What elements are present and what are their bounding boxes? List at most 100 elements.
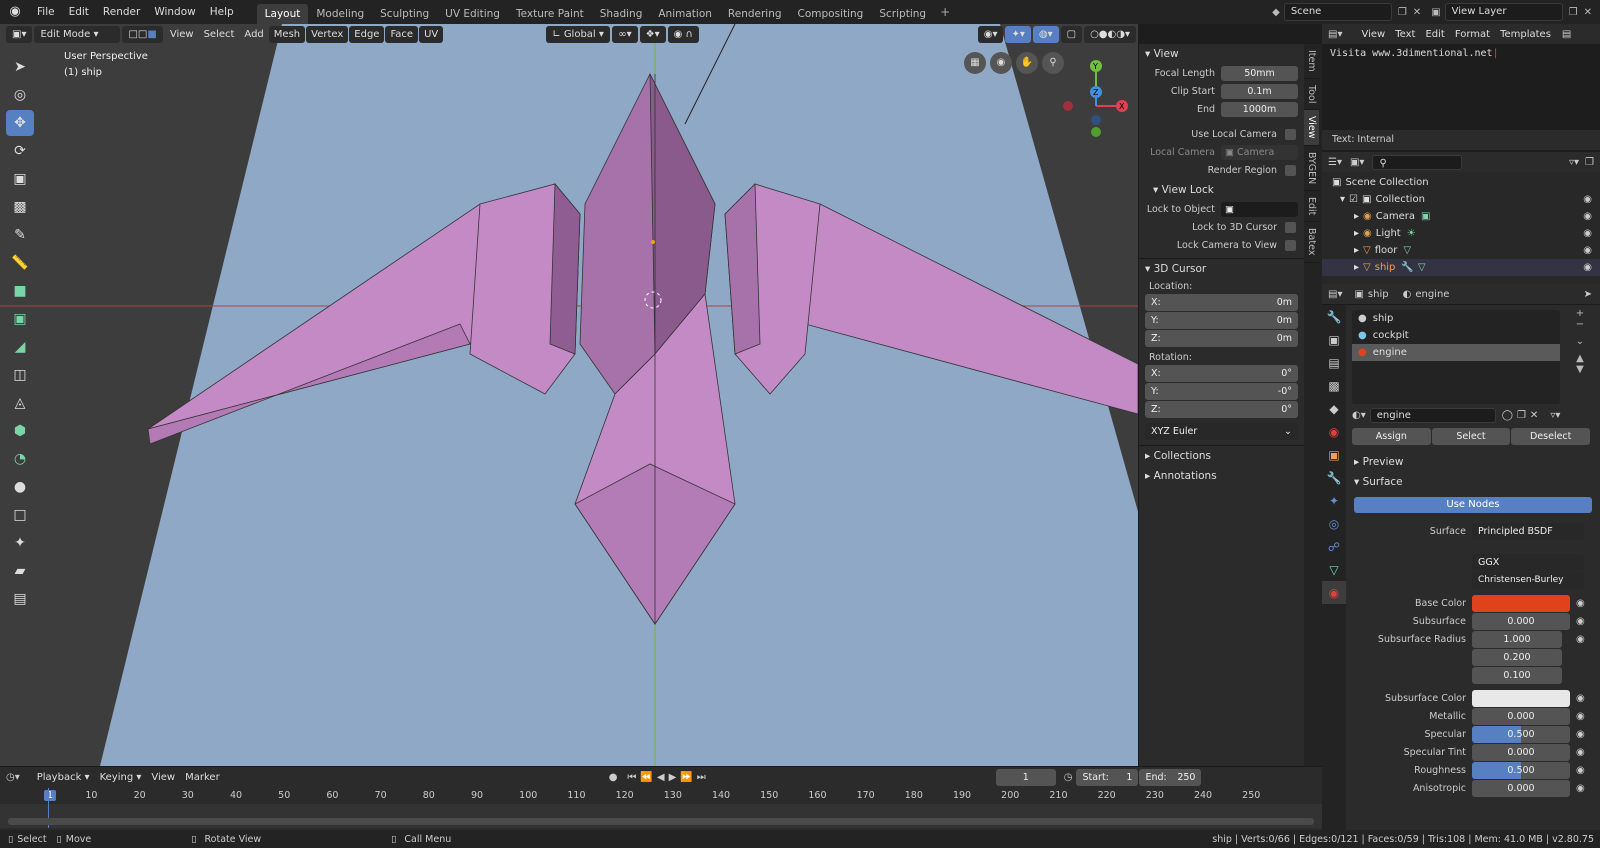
cursor-loc-z[interactable]: Z: 0m <box>1145 330 1298 347</box>
bevel-tool-icon[interactable]: ◢ <box>6 334 34 360</box>
gizmo-toggle-icon[interactable]: ✦▾ <box>1005 25 1031 43</box>
scene-collection-row[interactable]: ▣ Scene Collection <box>1322 174 1600 191</box>
axis-gizmo-icon[interactable]: Y Z X <box>1058 54 1128 144</box>
blender-logo-icon[interactable]: ◉ <box>6 3 24 21</box>
use-local-camera-checkbox[interactable] <box>1285 129 1296 140</box>
tab-animation[interactable]: Animation <box>650 4 720 24</box>
shrink-fatten-tool-icon[interactable]: ✦ <box>6 530 34 556</box>
tab-edit[interactable]: Edit <box>1304 191 1319 223</box>
tab-shading[interactable]: Shading <box>592 4 651 24</box>
annotations-header[interactable]: ▸ Annotations <box>1139 466 1304 486</box>
transform-tool-icon[interactable]: ▩ <box>6 194 34 220</box>
text-menu-text[interactable]: Text <box>1390 26 1420 43</box>
text-editor-extra-icon[interactable]: ▤ <box>1562 29 1571 40</box>
constraints-props-icon[interactable]: ☍ <box>1322 535 1346 558</box>
local-camera-field[interactable]: ▣ Camera <box>1221 145 1298 160</box>
surface-header[interactable]: ▾ Surface <box>1348 472 1409 492</box>
play-reverse-icon[interactable]: ◀ <box>657 772 665 783</box>
tab-modeling[interactable]: Modeling <box>308 4 372 24</box>
outliner-item-floor[interactable]: ▸ ▽ floor ▽ ◉ <box>1322 242 1600 259</box>
subsurface-radius-z[interactable]: 0.100 <box>1472 667 1562 684</box>
overlay-toggle-icon[interactable]: ◍▾ <box>1032 25 1059 43</box>
surface-shader-dropdown[interactable]: Principled BSDF <box>1472 523 1584 540</box>
proportional-edit-icon[interactable]: ◉ ∩ <box>667 25 699 43</box>
output-props-icon[interactable]: ▤ <box>1322 351 1346 374</box>
add-slot-icon[interactable]: + <box>1568 308 1592 319</box>
menu-window[interactable]: Window <box>147 0 202 24</box>
timeline-track[interactable]: 1 10 20 30 40 50 60 70 80 90 100 110 120 130 140 150 160… <box>0 788 1322 828</box>
poly-build-tool-icon[interactable]: ⬢ <box>6 418 34 444</box>
preview-range-icon[interactable]: ◷ <box>1064 772 1073 783</box>
focal-length-field[interactable]: 50mm <box>1221 66 1298 81</box>
edge-slide-tool-icon[interactable]: □ <box>6 502 34 528</box>
outliner-item-light[interactable]: ▸ ◉ Light ☀ ◉ <box>1322 225 1600 242</box>
eye-icon[interactable]: ◉ <box>1583 191 1592 208</box>
menu-face[interactable]: Face <box>385 25 419 43</box>
shading-modes-icon[interactable]: ○●◐◑▾ <box>1084 25 1136 43</box>
shear-tool-icon[interactable]: ▰ <box>6 558 34 584</box>
clip-start-field[interactable]: 0.1m <box>1221 84 1298 99</box>
rotation-mode-dropdown[interactable]: XYZ Euler ⌄ <box>1145 423 1298 440</box>
anisotropic-field[interactable]: 0.000 <box>1472 780 1570 797</box>
use-nodes-button[interactable]: Use Nodes <box>1354 497 1592 513</box>
outliner-item-camera[interactable]: ▸ ◉ Camera ▣ ◉ <box>1322 208 1600 225</box>
deselect-button[interactable]: Deselect <box>1511 428 1591 445</box>
cursor-tool-icon[interactable]: ◎ <box>6 82 34 108</box>
3d-viewport[interactable]: ▦ ◉ ✋ ⚲ Y Z X <box>0 24 1138 766</box>
lock-3d-cursor-checkbox[interactable] <box>1285 222 1296 233</box>
prev-keyframe-icon[interactable]: ⏪ <box>640 772 652 783</box>
collection-checkbox-icon[interactable]: ☑ <box>1349 191 1358 208</box>
socket-icon[interactable]: ◉ <box>1576 711 1585 722</box>
text-menu-format[interactable]: Format <box>1450 26 1495 43</box>
subsurface-radius-x[interactable]: 1.000 <box>1472 631 1562 648</box>
modifier-props-icon[interactable]: 🔧 <box>1322 466 1346 489</box>
knife-tool-icon[interactable]: ◬ <box>6 390 34 416</box>
eye-icon[interactable]: ◉ <box>1583 242 1592 259</box>
tab-uv-editing[interactable]: UV Editing <box>437 4 508 24</box>
inset-tool-icon[interactable]: ▣ <box>6 306 34 332</box>
new-view-layer-icon[interactable]: ❐ <box>1569 7 1578 18</box>
move-tool-icon[interactable]: ✥ <box>6 110 34 136</box>
text-editor-content[interactable]: Visita www.3dimentional.net| <box>1322 44 1600 63</box>
menu-select[interactable]: Select <box>199 26 240 43</box>
timeline-menu-keying[interactable]: Keying ▾ <box>95 769 147 786</box>
subsurface-radius-y[interactable]: 0.200 <box>1472 649 1562 666</box>
select-tool-icon[interactable]: ➤ <box>6 54 34 80</box>
tab-item[interactable]: Item <box>1304 44 1319 79</box>
metallic-field[interactable]: 0.000 <box>1472 708 1570 725</box>
scale-tool-icon[interactable]: ▣ <box>6 166 34 192</box>
lock-camera-view-checkbox[interactable] <box>1285 240 1296 251</box>
add-workspace-icon[interactable]: + <box>934 5 956 19</box>
particles-props-icon[interactable]: ✦ <box>1322 489 1346 512</box>
pan-hand-icon[interactable]: ✋ <box>1016 52 1038 74</box>
cursor-loc-y[interactable]: Y: 0m <box>1145 312 1298 329</box>
unlink-icon[interactable]: ✕ <box>1530 410 1538 421</box>
socket-icon[interactable]: ◉ <box>1576 729 1585 740</box>
material-browse-icon[interactable]: ◐▾ <box>1352 410 1366 421</box>
tab-batex[interactable]: Batex <box>1304 222 1319 263</box>
assign-button[interactable]: Assign <box>1352 428 1431 445</box>
filter-icon[interactable]: ▿▾ <box>1569 157 1579 168</box>
tab-compositing[interactable]: Compositing <box>790 4 872 24</box>
record-icon[interactable]: ● <box>609 772 618 783</box>
physics-props-icon[interactable]: ◎ <box>1322 512 1346 535</box>
view-lock-header[interactable]: ▾ View Lock <box>1139 180 1304 200</box>
node-filter-icon[interactable]: ▿▾ <box>1550 410 1560 421</box>
socket-icon[interactable]: ◉ <box>1576 693 1585 704</box>
cursor-rot-y[interactable]: Y: -0° <box>1145 383 1298 400</box>
socket-icon[interactable]: ◉ <box>1576 747 1585 758</box>
tab-sculpting[interactable]: Sculpting <box>372 4 437 24</box>
tab-view[interactable]: View <box>1304 110 1319 146</box>
timeline-menu-playback[interactable]: Playback ▾ <box>32 769 95 786</box>
properties-type-icon[interactable]: ▤▾ <box>1328 289 1342 300</box>
loop-cut-tool-icon[interactable]: ◫ <box>6 362 34 388</box>
view-layer-selector[interactable]: View Layer <box>1444 3 1563 21</box>
text-menu-view[interactable]: View <box>1356 26 1390 43</box>
outliner-type-icon[interactable]: ☰▾ <box>1328 157 1342 168</box>
move-down-icon[interactable]: ▼ <box>1568 364 1592 375</box>
end-frame-field[interactable]: End: 250 <box>1139 768 1202 786</box>
rip-tool-icon[interactable]: ▤ <box>6 586 34 612</box>
subsurface-field[interactable]: 0.000 <box>1472 613 1570 630</box>
menu-file[interactable]: File <box>30 0 62 24</box>
menu-mesh[interactable]: Mesh <box>268 25 306 43</box>
